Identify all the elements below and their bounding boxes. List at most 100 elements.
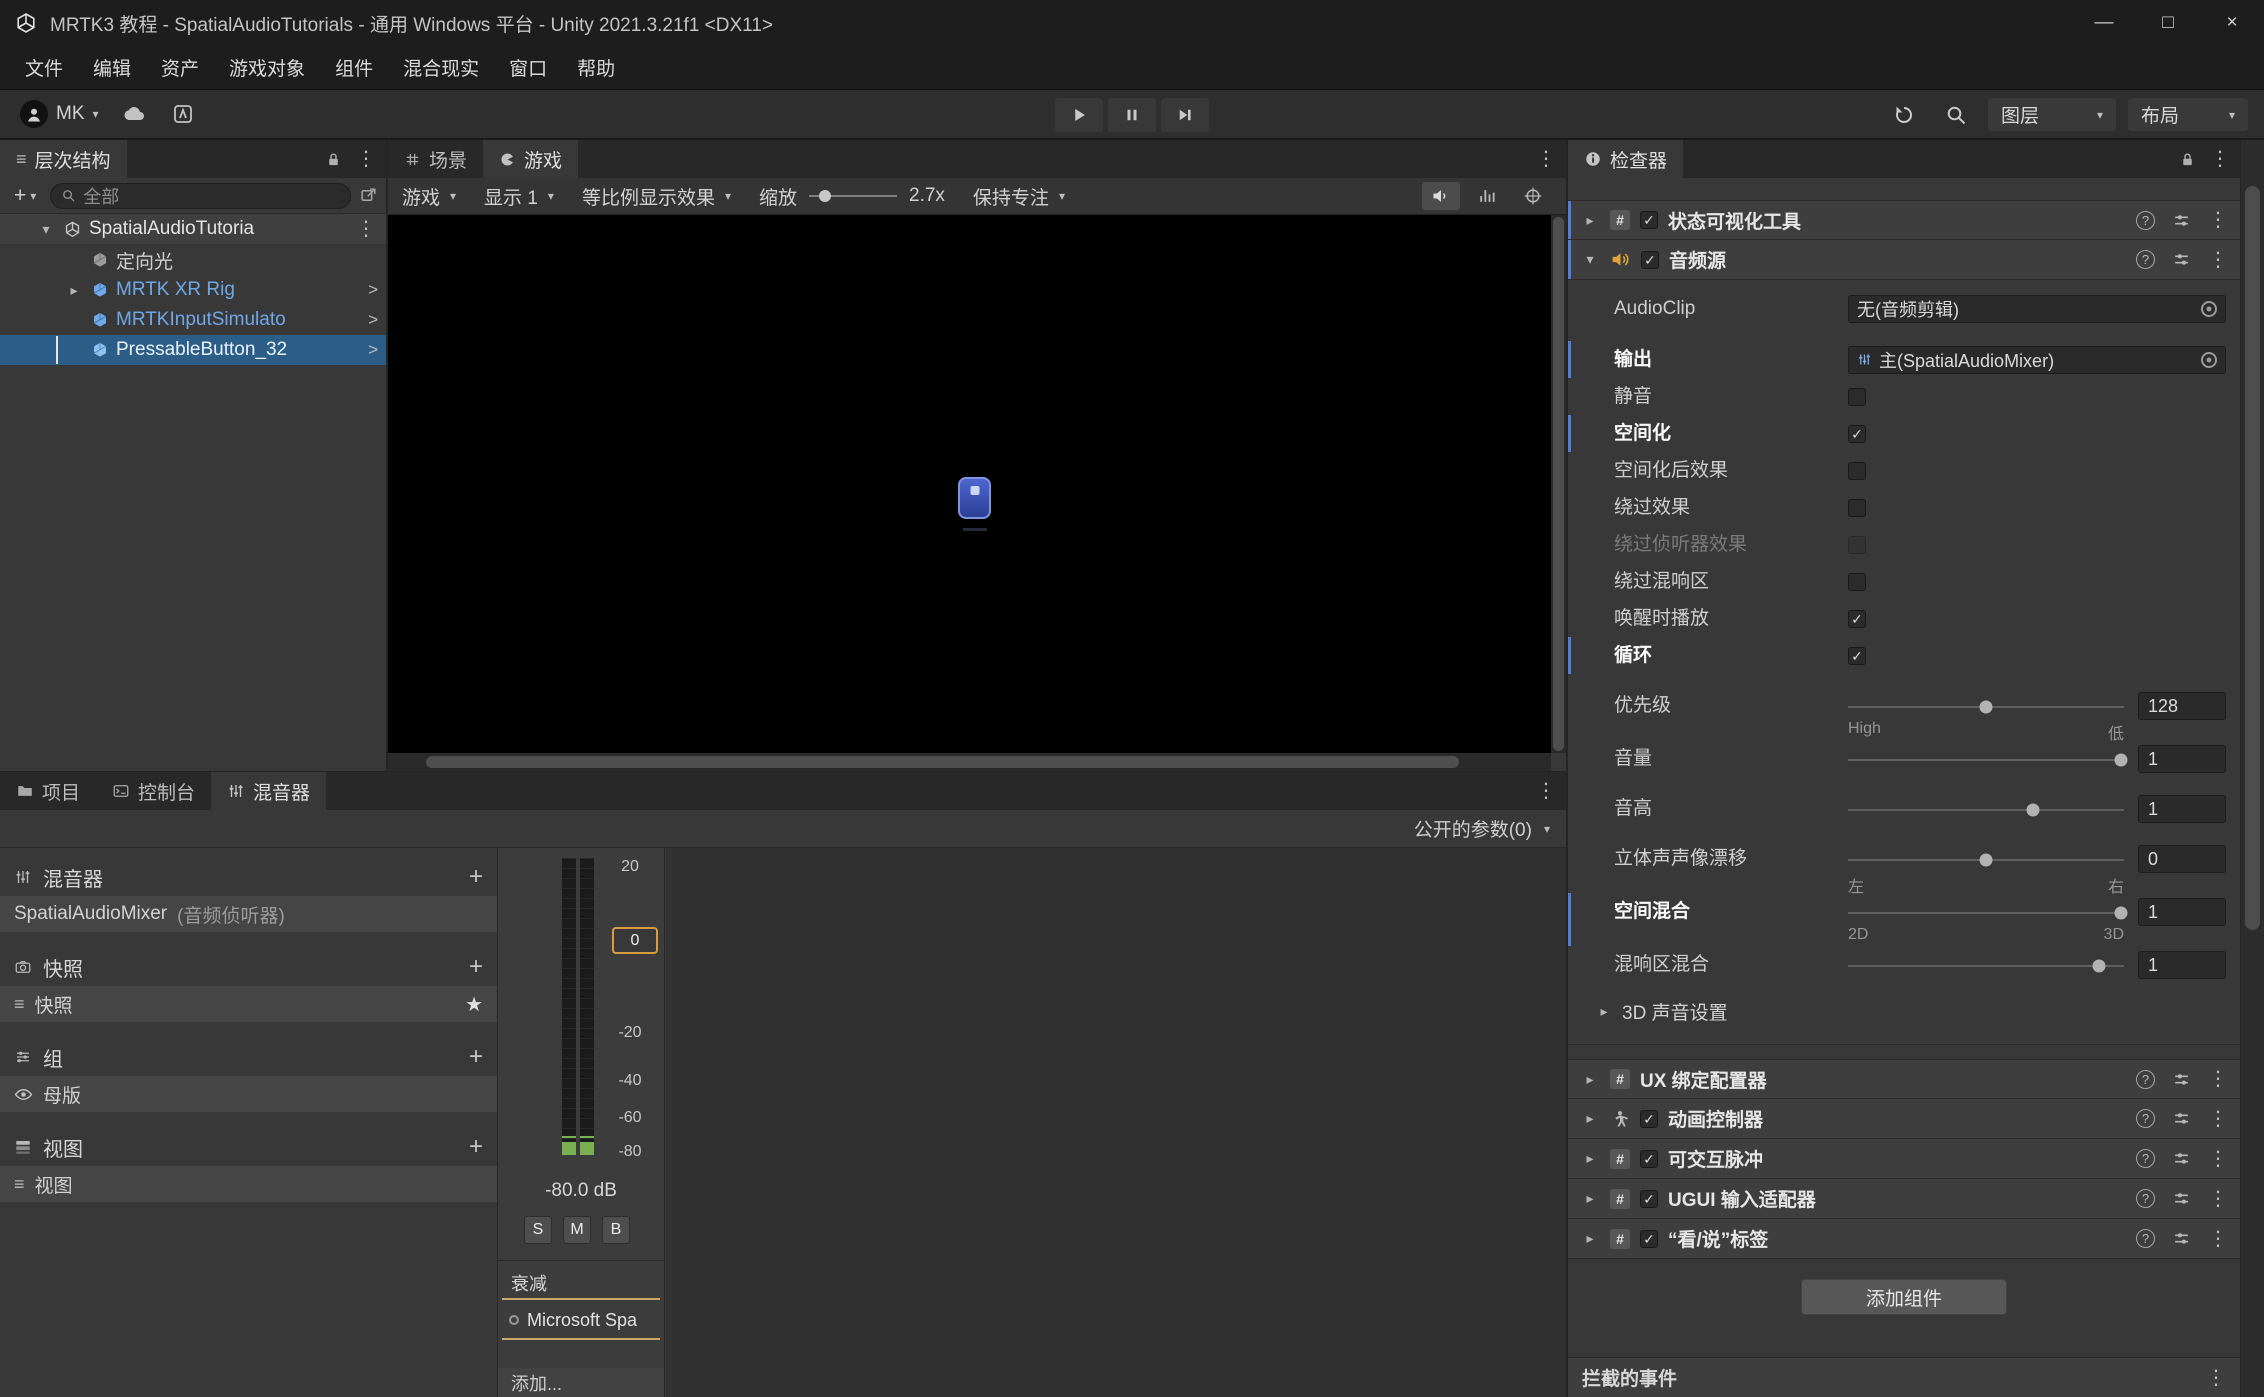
slider-handle[interactable] — [2115, 906, 2128, 919]
add-group-button[interactable]: + — [469, 1045, 483, 1069]
bypass-button[interactable]: B — [602, 1216, 630, 1244]
tab-project[interactable]: 项目 — [0, 772, 96, 810]
tree-row-mrtk-xr-rig[interactable]: ▸ MRTK XR Rig > — [0, 275, 386, 305]
volume-value-field[interactable]: 1 — [2138, 745, 2226, 773]
foldout-open-icon[interactable]: ▾ — [1580, 251, 1600, 268]
mute-button[interactable]: M — [563, 1216, 591, 1244]
foldout-closed-icon[interactable]: ▸ — [1580, 212, 1600, 229]
component-audio-source[interactable]: ▾ ✓ 音频源 ? ⋮ — [1568, 240, 2240, 280]
tree-row-directional-light[interactable]: 定向光 — [0, 245, 386, 275]
spatial-blend-value-field[interactable]: 1 — [2138, 898, 2226, 926]
presets-icon[interactable] — [2172, 1229, 2191, 1248]
hierarchy-search-input[interactable]: 全部 — [50, 183, 351, 209]
tab-hierarchy[interactable]: ≡ 层次结构 — [0, 140, 127, 178]
audioclip-field[interactable]: 无(音频剪辑) — [1848, 295, 2226, 323]
foldout-open-icon[interactable]: ▾ — [36, 221, 56, 238]
stereo-pan-value-field[interactable]: 0 — [2138, 845, 2226, 873]
presets-icon[interactable] — [2172, 1189, 2191, 1208]
step-button[interactable] — [1161, 98, 1209, 132]
view-row[interactable]: ≡ 视图 — [0, 1166, 497, 1202]
stats-button[interactable] — [1468, 182, 1506, 210]
version-control-button[interactable] — [163, 98, 203, 131]
pitch-slider[interactable] — [1848, 796, 2124, 823]
tab-inspector[interactable]: 检查器 — [1568, 140, 1683, 178]
inspector-scrollbar[interactable] — [2241, 140, 2264, 1397]
pick-object-icon[interactable] — [359, 186, 378, 205]
scrollbar-thumb[interactable] — [2245, 186, 2260, 930]
menu-file[interactable]: 文件 — [10, 46, 78, 89]
game-vertical-scrollbar[interactable] — [1551, 215, 1566, 753]
open-prefab-arrow[interactable]: > — [368, 310, 378, 330]
mixer-asset-row[interactable]: SpatialAudioMixer (音频侦听器) — [0, 896, 497, 932]
play-button[interactable] — [1055, 98, 1103, 132]
presets-icon[interactable] — [2172, 1109, 2191, 1128]
component-enabled-checkbox[interactable]: ✓ — [1640, 1190, 1658, 1208]
component-enabled-checkbox[interactable]: ✓ — [1641, 251, 1659, 269]
menu-edit[interactable]: 编辑 — [78, 46, 146, 89]
help-icon[interactable]: ? — [2136, 211, 2155, 230]
lock-icon[interactable] — [325, 151, 342, 168]
presets-icon[interactable] — [2172, 211, 2191, 230]
game-display-mode-dropdown[interactable]: 游戏 ▾ — [402, 183, 456, 210]
component-interactable-pulse[interactable]: ▸ # ✓ 可交互脉冲 ? ⋮ — [1568, 1139, 2240, 1179]
foldout-closed-icon[interactable]: ▸ — [1580, 1110, 1600, 1127]
scene-header-row[interactable]: ▾ SpatialAudioTutoria ⋮ — [0, 214, 386, 245]
foldout-closed-icon[interactable]: ▸ — [1580, 1071, 1600, 1088]
help-icon[interactable]: ? — [2136, 250, 2155, 269]
object-picker-icon[interactable] — [2201, 301, 2217, 317]
open-prefab-arrow[interactable]: > — [368, 280, 378, 300]
close-button[interactable]: × — [2200, 0, 2264, 46]
bypass-reverb-checkbox[interactable]: ✓ — [1848, 573, 1866, 591]
foldout-closed-icon[interactable]: ▸ — [1580, 1190, 1600, 1207]
game-panel-menu-icon[interactable]: ⋮ — [1536, 149, 1556, 169]
slider-handle[interactable] — [2093, 959, 2106, 972]
add-view-button[interactable]: + — [469, 1135, 483, 1159]
help-icon[interactable]: ? — [2136, 1229, 2155, 1248]
menu-help[interactable]: 帮助 — [562, 46, 630, 89]
spatialize-checkbox[interactable]: ✓ — [1848, 425, 1866, 443]
foldout-3d-sound-settings[interactable]: ▸ 3D 声音设置 — [1568, 993, 2240, 1030]
lock-icon[interactable] — [2179, 151, 2196, 168]
add-effect-button[interactable]: 添加... — [498, 1368, 664, 1397]
presets-icon[interactable] — [2172, 1070, 2191, 1089]
foldout-closed-icon[interactable]: ▸ — [1580, 1230, 1600, 1247]
volume-marker[interactable]: 0 — [612, 927, 658, 954]
help-icon[interactable]: ? — [2136, 1189, 2155, 1208]
menu-assets[interactable]: 资产 — [146, 46, 214, 89]
add-mixer-button[interactable]: + — [469, 865, 483, 889]
account-dropdown[interactable]: MK ▾ — [12, 96, 107, 132]
component-enabled-checkbox[interactable]: ✓ — [1640, 1110, 1658, 1128]
tab-audio-mixer[interactable]: 混音器 — [211, 772, 326, 810]
stereo-pan-slider[interactable] — [1848, 846, 2124, 873]
menu-gameobject[interactable]: 游戏对象 — [214, 46, 320, 89]
slider-handle[interactable] — [1980, 700, 1993, 713]
slider-handle[interactable] — [1980, 853, 1993, 866]
zoom-slider[interactable] — [809, 195, 897, 197]
layers-dropdown[interactable]: 图层 ▾ — [1988, 98, 2116, 131]
component-menu-icon[interactable]: ⋮ — [2208, 1109, 2228, 1129]
bypass-effects-checkbox[interactable]: ✓ — [1848, 499, 1866, 517]
add-snapshot-button[interactable]: + — [469, 955, 483, 979]
pitch-value-field[interactable]: 1 — [2138, 795, 2226, 823]
component-see-it-say-it-label[interactable]: ▸ # ✓ “看/说”标签 ? ⋮ — [1568, 1219, 2240, 1259]
open-prefab-arrow[interactable]: > — [368, 340, 378, 360]
pause-button[interactable] — [1108, 98, 1156, 132]
component-enabled-checkbox[interactable]: ✓ — [1640, 1150, 1658, 1168]
help-icon[interactable]: ? — [2136, 1149, 2155, 1168]
foldout-closed-icon[interactable]: ▸ — [64, 282, 84, 299]
default-snapshot-star-icon[interactable]: ★ — [465, 992, 483, 1017]
component-menu-icon[interactable]: ⋮ — [2208, 1069, 2228, 1089]
gizmos-button[interactable] — [1514, 182, 1552, 210]
pressable-button-visual[interactable] — [958, 477, 991, 519]
menu-window[interactable]: 窗口 — [494, 46, 562, 89]
help-icon[interactable]: ? — [2136, 1070, 2155, 1089]
exposed-params-dropdown[interactable]: 公开的参数(0) — [1414, 815, 1532, 842]
intercepted-events-header[interactable]: 拦截的事件 ⋮ — [1568, 1357, 2240, 1397]
search-button[interactable] — [1936, 98, 1976, 131]
focus-dropdown[interactable]: 保持专注 ▾ — [973, 183, 1065, 210]
component-animator[interactable]: ▸ ✓ 动画控制器 ? ⋮ — [1568, 1099, 2240, 1139]
component-menu-icon[interactable]: ⋮ — [2208, 210, 2228, 230]
tree-row-pressable-button[interactable]: PressableButton_32 > — [0, 335, 386, 365]
component-menu-icon[interactable]: ⋮ — [2208, 1149, 2228, 1169]
solo-button[interactable]: S — [524, 1216, 552, 1244]
